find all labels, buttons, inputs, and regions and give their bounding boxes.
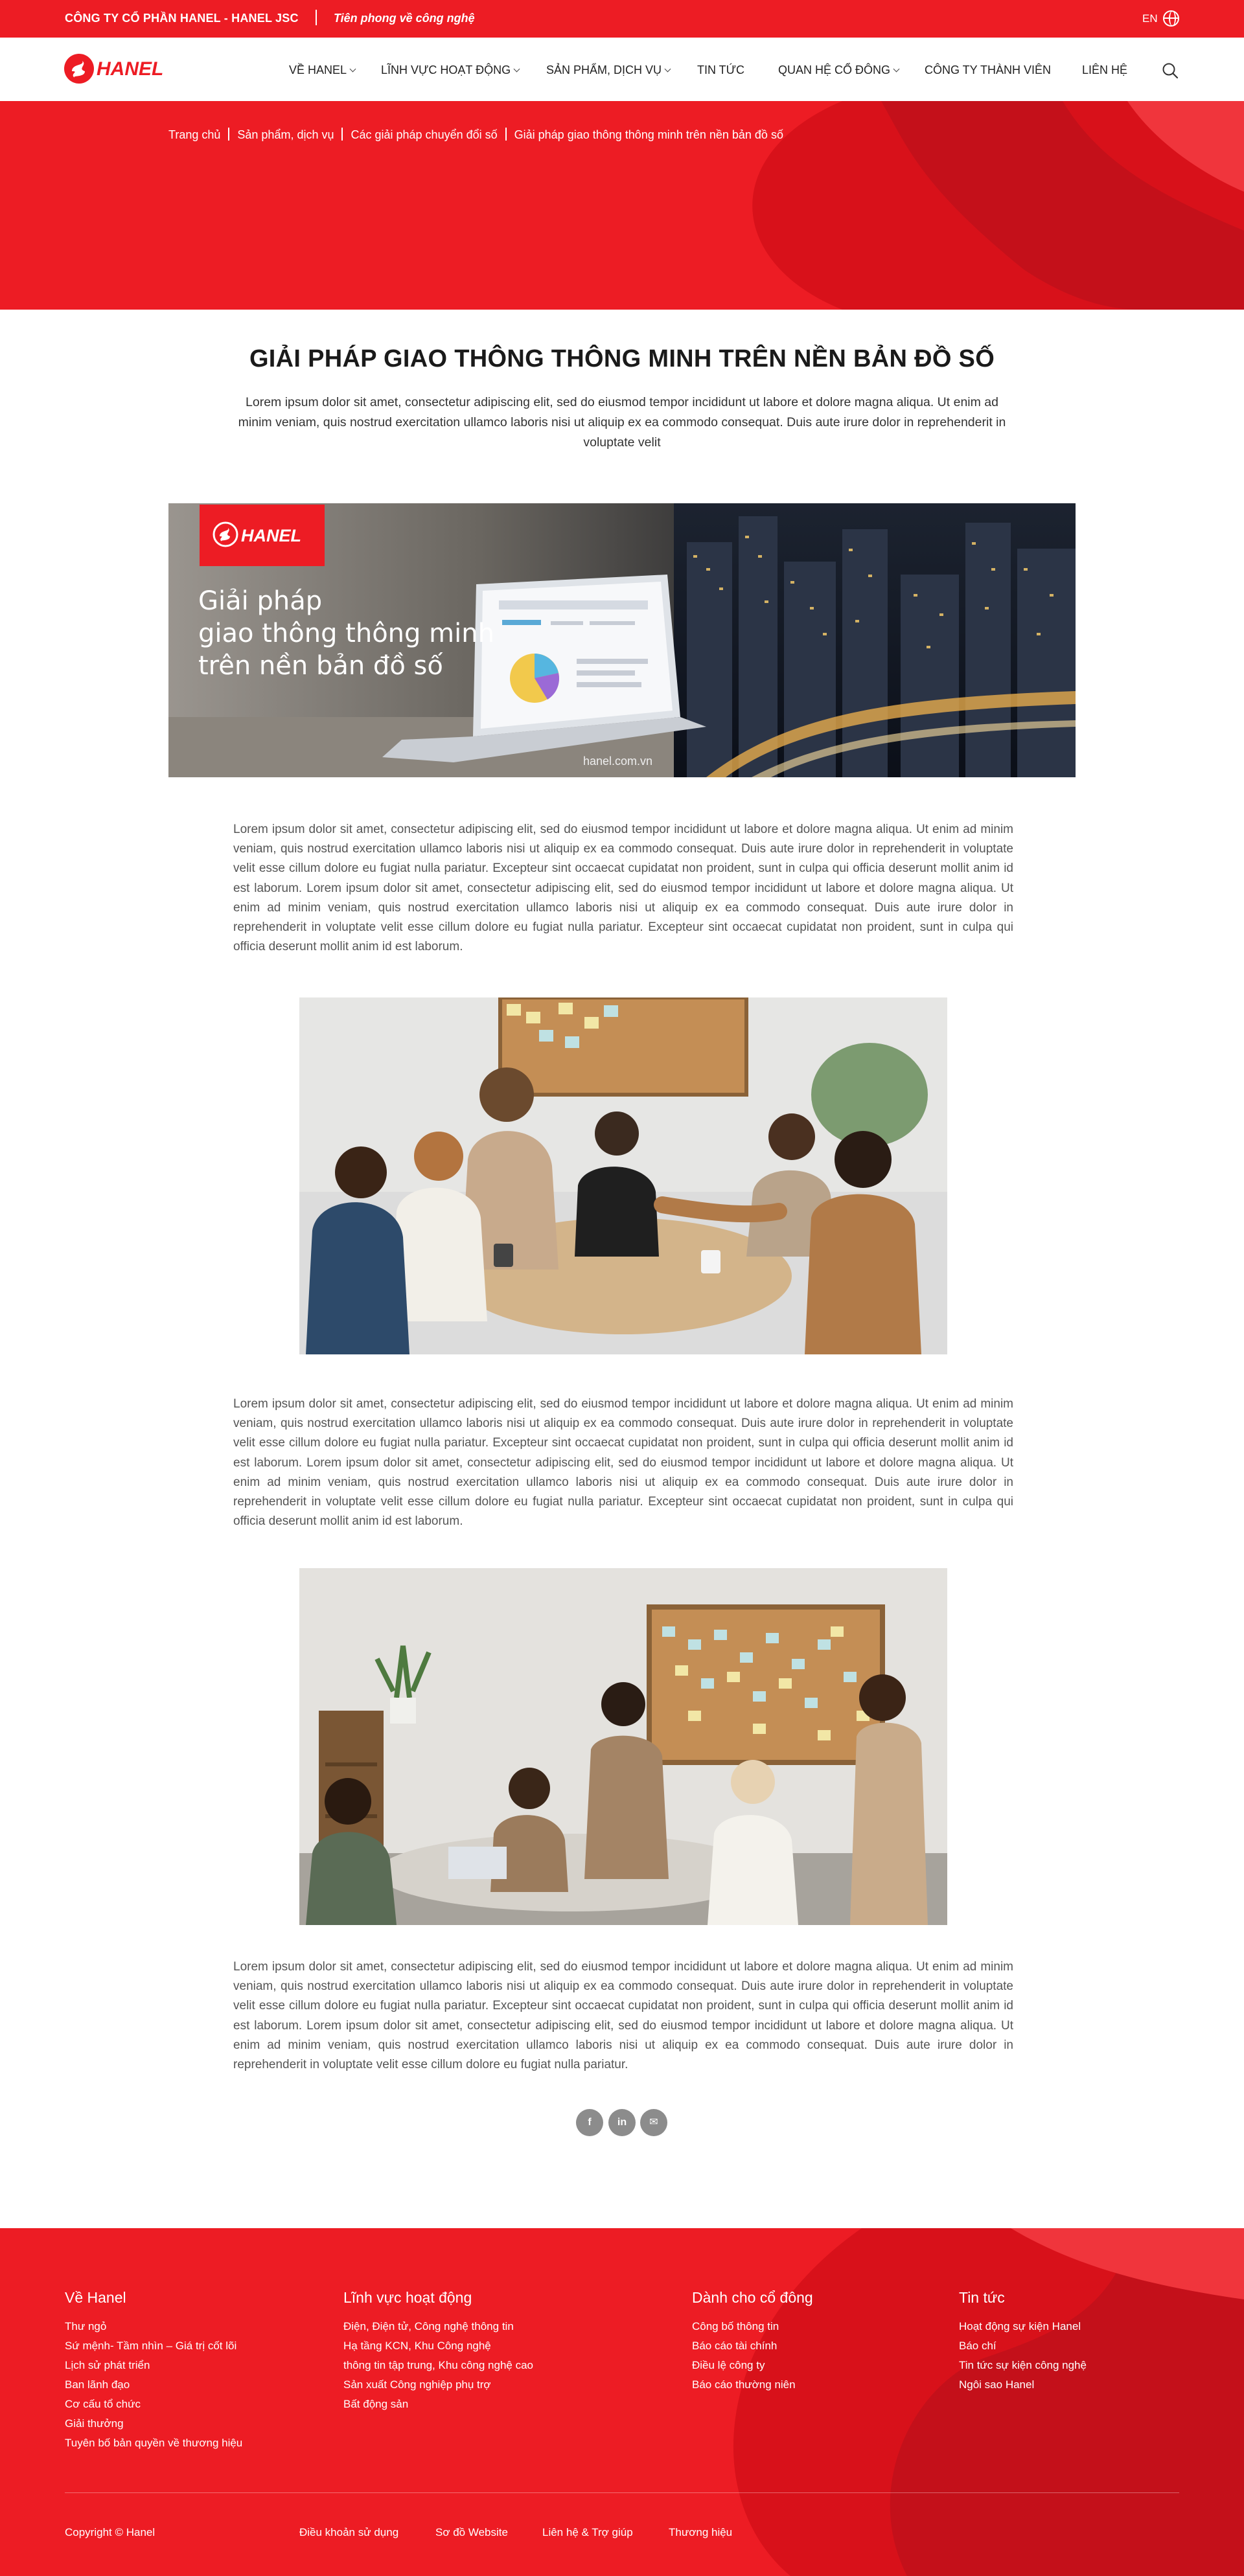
banner-logo: HANEL — [200, 505, 325, 566]
footer-link[interactable]: Báo chí — [959, 2336, 1087, 2356]
copyright-text: Copyright © Hanel — [65, 2526, 156, 2538]
article-paragraph: Lorem ipsum dolor sit amet, consectetur … — [233, 1397, 1013, 1529]
svg-text:HANEL: HANEL — [97, 58, 163, 80]
nav-item-members[interactable]: CÔNG TY THÀNH VIÊN — [925, 63, 1051, 77]
footer-heading: Lĩnh vực hoạt động — [343, 2289, 472, 2306]
footer-link-terms[interactable]: Điều khoản sử dụng — [299, 2526, 398, 2539]
footer-link[interactable]: Điện, Điện tử, Công nghệ thông tin — [343, 2317, 533, 2336]
footer-link[interactable]: Lịch sử phát triển — [65, 2356, 242, 2375]
footer-divider — [65, 2492, 1179, 2493]
hanel-logo[interactable]: HANEL — [63, 52, 196, 85]
footer-heading: Tin tức — [959, 2289, 1005, 2306]
hero-banner: Trang chủ Sản phẩm, dịch vụ Các giải pháp … — [0, 101, 1244, 310]
breadcrumb-home[interactable]: Trang chủ — [168, 128, 220, 141]
footer-link-brand[interactable]: Thương hiệu — [669, 2526, 732, 2539]
footer-link[interactable]: Báo cáo thường niên — [692, 2375, 813, 2395]
linkedin-share-button[interactable]: in — [608, 2109, 636, 2136]
facebook-icon: f — [588, 2117, 592, 2128]
main-navbar: HANEL VỀ HANEL LĨNH VỰC HOẠT ĐỘNG SẢN PH… — [0, 38, 1244, 101]
footer-link[interactable]: Ban lãnh đạo — [65, 2375, 242, 2395]
chevron-down-icon — [349, 65, 356, 73]
solution-banner-image: HANEL Giải pháp giao thông thông minh tr… — [168, 503, 1076, 777]
svg-text:HANEL: HANEL — [241, 526, 301, 545]
footer-column-news: Tin tức Hoạt động sự kiện Hanel Báo chí … — [959, 2289, 1087, 2395]
footer-column-shareholders: Dành cho cổ đông Công bố thông tin Báo c… — [692, 2289, 813, 2395]
footer-link[interactable]: Công bố thông tin — [692, 2317, 813, 2336]
footer-link-support[interactable]: Liên hệ & Trợ giúp — [542, 2526, 633, 2539]
nav-item-contact[interactable]: LIÊN HỆ — [1082, 63, 1127, 77]
footer-column-fields: Lĩnh vực hoạt động Điện, Điện tử, Công n… — [343, 2289, 533, 2414]
banner-headline-line-3: trên nền bản đồ số — [198, 651, 443, 681]
article-paragraph: Lorem ipsum dolor sit amet, consectetur … — [233, 1960, 1013, 2072]
chevron-down-icon — [664, 65, 671, 73]
footer-heading: Dành cho cổ đông — [692, 2289, 813, 2306]
breadcrumb-separator — [341, 128, 343, 141]
nav-label: VỀ HANEL — [289, 63, 347, 76]
company-slogan: Tiên phong về công nghệ — [334, 12, 475, 25]
team-meeting-photo — [299, 997, 947, 1354]
footer-heading: Về Hanel — [65, 2289, 126, 2306]
banner-headline-line-1: Giải pháp — [198, 586, 323, 616]
footer-link[interactable]: thông tin tập trung, Khu công nghệ cao — [343, 2356, 533, 2375]
footer-link[interactable]: Tin tức sự kiện công nghệ — [959, 2356, 1087, 2375]
footer-link[interactable]: Ngôi sao Hanel — [959, 2375, 1087, 2395]
search-icon[interactable] — [1162, 62, 1179, 79]
company-name: CÔNG TY CỔ PHẦN HANEL - HANEL JSC — [65, 12, 299, 25]
nav-label: QUAN HỆ CỔ ĐÔNG — [778, 63, 891, 76]
footer-link[interactable]: Cơ cấu tổ chức — [65, 2395, 242, 2414]
footer-link[interactable]: Bất động sản — [343, 2395, 533, 2414]
footer-link[interactable]: Thư ngỏ — [65, 2317, 242, 2336]
footer-link[interactable]: Sản xuất Công nghiệp phụ trợ — [343, 2375, 533, 2395]
email-share-button[interactable]: ✉ — [640, 2109, 667, 2136]
language-switch[interactable]: EN — [1142, 12, 1158, 25]
top-bar: CÔNG TY CỔ PHẦN HANEL - HANEL JSC Tiên p… — [0, 0, 1244, 38]
nav-item-about[interactable]: VỀ HANEL — [289, 63, 356, 77]
footer-link[interactable]: Báo cáo tài chính — [692, 2336, 813, 2356]
article-intro: Lorem ipsum dolor sit amet, consectetur … — [238, 395, 1006, 450]
footer-link-sitemap[interactable]: Sơ đồ Website — [435, 2526, 508, 2539]
breadcrumb: Trang chủ Sản phẩm, dịch vụ Các giải pháp … — [168, 126, 783, 142]
article-paragraph: Lorem ipsum dolor sit amet, consectetur … — [233, 823, 1013, 954]
nav-label: TIN TỨC — [697, 63, 745, 76]
globe-icon[interactable] — [1163, 10, 1179, 27]
hanel-logo: HANEL — [213, 521, 301, 547]
footer-link[interactable]: Sứ mệnh- Tầm nhìn – Giá trị cốt lõi — [65, 2336, 242, 2356]
banner-headline-line-2: giao thông thông minh — [198, 619, 494, 648]
facebook-share-button[interactable]: f — [576, 2109, 603, 2136]
meeting-photo-illustration — [299, 997, 947, 1354]
linkedin-icon: in — [617, 2117, 627, 2128]
nav-label: LĨNH VỰC HOẠT ĐỘNG — [381, 63, 511, 76]
footer-column-about: Về Hanel Thư ngỏ Sứ mệnh- Tầm nhìn – Giá… — [65, 2289, 242, 2453]
footer-link[interactable]: Điều lệ công ty — [692, 2356, 813, 2375]
banner-url: hanel.com.vn — [583, 755, 653, 768]
breadcrumb-separator — [505, 128, 507, 141]
brainstorm-photo-illustration — [299, 1568, 947, 1925]
nav-item-investors[interactable]: QUAN HỆ CỔ ĐÔNG — [778, 63, 900, 77]
footer-link[interactable]: Tuyên bố bản quyền về thương hiệu — [65, 2434, 242, 2453]
breadcrumb-separator — [228, 128, 230, 141]
nav-label: CÔNG TY THÀNH VIÊN — [925, 63, 1052, 76]
team-brainstorm-photo — [299, 1568, 947, 1925]
chevron-down-icon — [513, 65, 520, 73]
chevron-down-icon — [893, 65, 900, 73]
breadcrumb-digital-solutions[interactable]: Các giải pháp chuyển đổi số — [351, 128, 497, 141]
email-icon: ✉ — [649, 2117, 658, 2128]
topbar-divider — [316, 10, 317, 25]
nav-label: LIÊN HỆ — [1082, 63, 1128, 76]
nav-label: SẢN PHẨM, DỊCH VỤ — [546, 63, 662, 76]
footer-link[interactable]: Hạ tầng KCN, Khu Công nghệ — [343, 2336, 533, 2356]
breadcrumb-products[interactable]: Sản phẩm, dịch vụ — [237, 128, 334, 141]
article-title: GIẢI PHÁP GIAO THÔNG THÔNG MINH TRÊN NỀN… — [249, 345, 995, 372]
nav-item-fields[interactable]: LĨNH VỰC HOẠT ĐỘNG — [381, 63, 520, 77]
footer-link[interactable]: Giải thưởng — [65, 2414, 242, 2434]
site-footer: Về Hanel Thư ngỏ Sứ mệnh- Tầm nhìn – Giá… — [0, 2228, 1244, 2576]
footer-link[interactable]: Hoạt động sự kiện Hanel — [959, 2317, 1087, 2336]
nav-item-news[interactable]: TIN TỨC — [697, 63, 744, 77]
breadcrumb-current: Giải pháp giao thông thông minh trên nền… — [514, 128, 783, 141]
nav-item-products[interactable]: SẢN PHẨM, DỊCH VỤ — [546, 63, 671, 77]
